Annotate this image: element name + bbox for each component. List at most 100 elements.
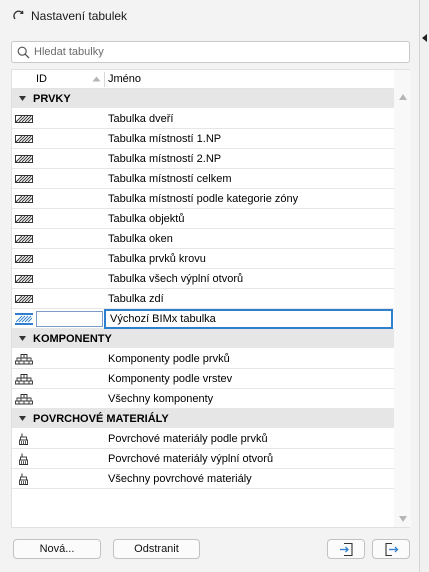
paint-brush-icon: [15, 453, 33, 465]
item-id-cell: [36, 451, 103, 467]
item-name: Komponenty podle prvků: [108, 353, 230, 365]
list-item[interactable]: Výchozí BIMx tabulka: [12, 309, 394, 329]
hatched-table-icon: [15, 133, 33, 145]
item-name: Tabulka všech výplní otvorů: [108, 273, 244, 285]
list-item[interactable]: Tabulka objektů: [12, 209, 394, 229]
list-item[interactable]: Tabulka prvků krovu: [12, 249, 394, 269]
group-header[interactable]: PRVKY: [12, 89, 394, 109]
item-id-cell[interactable]: [36, 311, 103, 327]
column-name-header[interactable]: Jméno: [108, 73, 141, 85]
item-name: Tabulka objektů: [108, 213, 185, 225]
group-label: POVRCHOVÉ MATERIÁLY: [33, 413, 169, 425]
item-name: Tabulka zdí: [108, 293, 164, 305]
item-name: Tabulka oken: [108, 233, 173, 245]
search-input[interactable]: [34, 44, 404, 60]
item-id-cell: [36, 471, 103, 487]
item-name: Povrchové materiály podle prvků: [108, 433, 268, 445]
window-title: Nastavení tabulek: [31, 9, 128, 23]
scroll-down-icon[interactable]: [399, 516, 407, 522]
item-id-cell: [36, 371, 103, 387]
list-item[interactable]: Povrchové materiály výplní otvorů: [12, 449, 394, 469]
list-item[interactable]: Tabulka místností 2.NP: [12, 149, 394, 169]
item-name: Povrchové materiály výplní otvorů: [108, 453, 274, 465]
column-header: ID Jméno: [12, 70, 394, 89]
expand-triangle-icon[interactable]: [19, 416, 26, 421]
hatched-table-icon: [15, 213, 33, 225]
item-id-cell: [36, 431, 103, 447]
import-icon: [340, 542, 353, 557]
item-id-cell: [36, 391, 103, 407]
list-item[interactable]: Komponenty podle vrstev: [12, 369, 394, 389]
list-item[interactable]: Tabulka dveří: [12, 109, 394, 129]
list-item[interactable]: Tabulka místností celkem: [12, 169, 394, 189]
item-id-cell: [36, 111, 103, 127]
item-id-cell: [36, 291, 103, 307]
scroll-up-icon[interactable]: [399, 94, 407, 100]
hatched-table-icon: [15, 273, 33, 285]
group-header[interactable]: POVRCHOVÉ MATERIÁLY: [12, 409, 394, 429]
list-item[interactable]: Tabulka oken: [12, 229, 394, 249]
item-name: Tabulka místností podle kategorie zóny: [108, 193, 299, 205]
item-id-cell: [36, 191, 103, 207]
item-id-cell: [36, 171, 103, 187]
list-item[interactable]: Povrchové materiály podle prvků: [12, 429, 394, 449]
search-box[interactable]: [11, 41, 410, 63]
hatched-table-icon: [15, 233, 33, 245]
export-button[interactable]: [372, 539, 410, 559]
search-icon: [17, 46, 30, 59]
schedule-settings-panel: Nastavení tabulek ID Jméno PRVKY Tabulka …: [0, 0, 420, 572]
item-name: Tabulka místností celkem: [108, 173, 232, 185]
hatched-table-icon: [15, 173, 33, 185]
group-header[interactable]: KOMPONENTY: [12, 329, 394, 349]
scrollbar[interactable]: [394, 70, 411, 527]
item-name: Všechny povrchové materiály: [108, 473, 252, 485]
item-name: Tabulka dveří: [108, 113, 174, 125]
list-item[interactable]: Tabulka zdí: [12, 289, 394, 309]
hatched-table-icon: [15, 313, 33, 325]
list-item[interactable]: Tabulka všech výplní otvorů: [12, 269, 394, 289]
paint-brush-icon: [15, 433, 33, 445]
collapse-arrow-icon[interactable]: [421, 34, 429, 42]
title-bar: Nastavení tabulek: [0, 0, 420, 32]
components-icon: [15, 353, 33, 365]
item-id-cell: [36, 131, 103, 147]
list-item[interactable]: Všechny komponenty: [12, 389, 394, 409]
schedule-list: ID Jméno PRVKY Tabulka dveří Tabulka místn…: [11, 69, 411, 528]
list-item[interactable]: Tabulka místností 1.NP: [12, 129, 394, 149]
item-id-cell: [36, 271, 103, 287]
expand-triangle-icon[interactable]: [19, 96, 26, 101]
hatched-table-icon: [15, 113, 33, 125]
item-id-cell: [36, 351, 103, 367]
delete-button[interactable]: Odstranit: [113, 539, 200, 559]
export-icon: [385, 542, 399, 557]
column-divider[interactable]: [104, 72, 105, 87]
item-name: Tabulka místností 2.NP: [108, 153, 222, 165]
item-name: Tabulka místností 1.NP: [108, 133, 222, 145]
group-label: KOMPONENTY: [33, 333, 112, 345]
list-item[interactable]: Všechny povrchové materiály: [12, 469, 394, 489]
hatched-table-icon: [15, 253, 33, 265]
components-icon: [15, 393, 33, 405]
list-item[interactable]: Tabulka místností podle kategorie zóny: [12, 189, 394, 209]
new-button[interactable]: Nová...: [13, 539, 101, 559]
item-name: Výchozí BIMx tabulka: [110, 313, 216, 325]
item-name: Tabulka prvků krovu: [108, 253, 206, 265]
group-label: PRVKY: [33, 93, 71, 105]
list-rows: PRVKY Tabulka dveří Tabulka místností 1.NP…: [12, 89, 394, 489]
expand-triangle-icon[interactable]: [19, 336, 26, 341]
paint-brush-icon: [15, 473, 33, 485]
item-id-cell: [36, 211, 103, 227]
hatched-table-icon: [15, 293, 33, 305]
item-id-cell: [36, 231, 103, 247]
item-id-cell: [36, 151, 103, 167]
hatched-table-icon: [15, 193, 33, 205]
components-icon: [15, 373, 33, 385]
hatched-table-icon: [15, 153, 33, 165]
list-item[interactable]: Komponenty podle prvků: [12, 349, 394, 369]
sort-ascending-icon[interactable]: [92, 76, 101, 82]
import-button[interactable]: [327, 539, 365, 559]
column-id-header[interactable]: ID: [36, 73, 47, 85]
item-id-cell: [36, 251, 103, 267]
refresh-icon: [13, 10, 24, 20]
item-name: Všechny komponenty: [108, 393, 214, 405]
